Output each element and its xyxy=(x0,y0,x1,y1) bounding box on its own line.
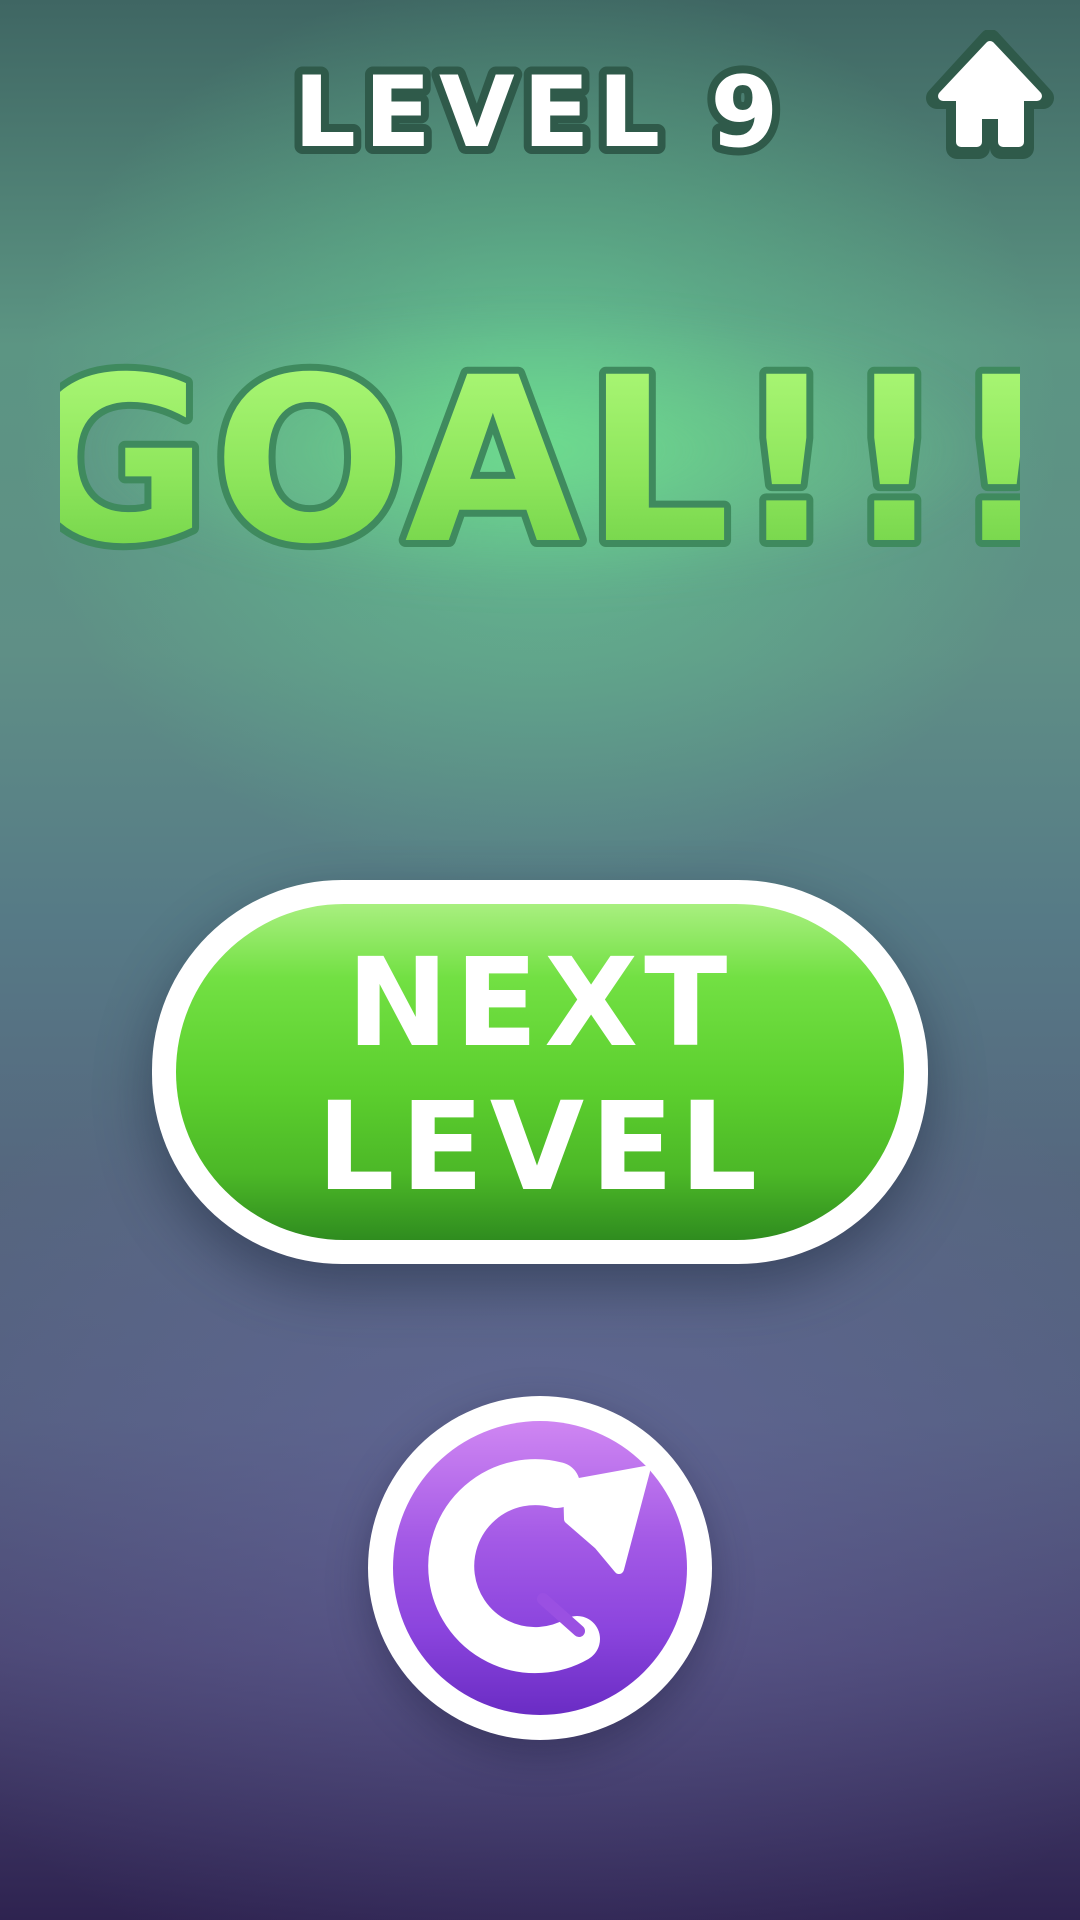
restart-button[interactable] xyxy=(368,1396,712,1740)
goal-label: GOAL!!! xyxy=(60,330,1020,580)
restart-icon xyxy=(428,1459,650,1674)
level-title: LEVEL 9 xyxy=(240,46,840,176)
next-level-button[interactable]: NEXT LEVEL xyxy=(152,880,928,1264)
next-level-line2: LEVEL xyxy=(317,1076,764,1218)
goal-title: GOAL!!! xyxy=(15,321,1062,601)
level-label: LEVEL 9 xyxy=(294,56,787,170)
home-icon xyxy=(926,29,1054,159)
next-level-line1: NEXT xyxy=(347,932,734,1074)
next-level-label: NEXT LEVEL xyxy=(317,932,764,1218)
home-button[interactable] xyxy=(925,29,1055,165)
